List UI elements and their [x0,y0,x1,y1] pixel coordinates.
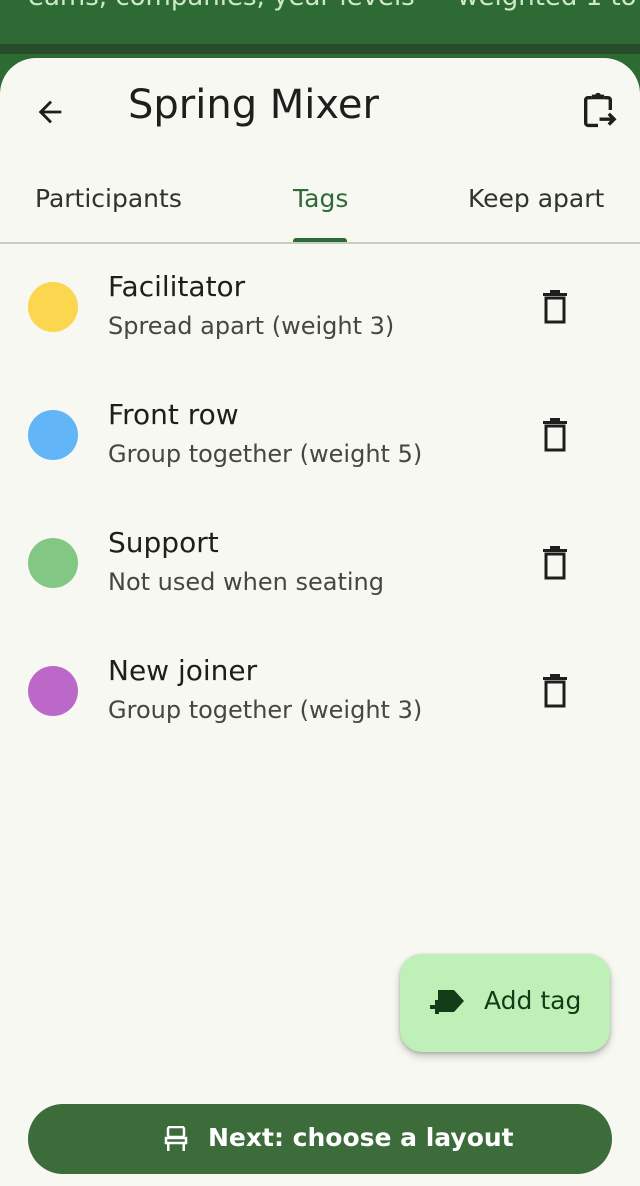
top-app-bar: Spring Mixer [0,58,640,168]
tag-description: Not used when seating [108,568,384,596]
tag-row[interactable]: Support Not used when seating [0,512,640,632]
tag-color-dot [28,666,78,716]
tag-color-dot [28,282,78,332]
next-choose-layout-button[interactable]: Next: choose a layout [28,1104,612,1174]
add-tag-icon [430,990,464,1014]
tab-keep-apart[interactable]: Keep apart [468,184,604,213]
tab-tags[interactable]: Tags [293,184,348,213]
tag-row[interactable]: Facilitator Spread apart (weight 3) [0,256,640,376]
bottom-sheet: Spring Mixer Participants Tags Keep apar… [0,58,640,1186]
tag-color-dot [28,410,78,460]
clipboard-export-icon [584,92,617,128]
seat-icon [164,1126,188,1151]
tag-description: Spread apart (weight 3) [108,312,395,340]
page-title: Spring Mixer [128,82,379,128]
delete-tag-button[interactable] [530,538,580,588]
tab-bar: Participants Tags Keep apart [0,176,640,244]
tag-description: Group together (weight 5) [108,440,423,468]
tag-name: New joiner [108,654,258,687]
trash-icon [543,546,567,580]
tag-description: Group together (weight 3) [108,696,423,724]
tag-color-dot [28,538,78,588]
delete-tag-button[interactable] [530,666,580,716]
tag-row[interactable]: Front row Group together (weight 5) [0,384,640,504]
trash-icon [543,290,567,324]
trash-icon [543,418,567,452]
delete-tag-button[interactable] [530,410,580,460]
backdrop-partial-text: eams, companies, year levels — weighted … [28,0,640,12]
trash-icon [543,674,567,708]
next-button-label: Next: choose a layout [208,1123,514,1152]
add-tag-button[interactable]: Add tag [400,954,610,1052]
export-button[interactable] [570,82,626,138]
delete-tag-button[interactable] [530,282,580,332]
backdrop-divider [0,44,640,54]
tag-name: Front row [108,398,239,431]
tag-name: Support [108,526,219,559]
tag-name: Facilitator [108,270,246,303]
add-tag-label: Add tag [484,986,582,1015]
active-tab-indicator [293,238,347,242]
back-button[interactable] [22,84,78,140]
tag-row[interactable]: New joiner Group together (weight 3) [0,640,640,760]
arrow-back-icon [38,100,62,124]
tab-participants[interactable]: Participants [35,184,182,213]
